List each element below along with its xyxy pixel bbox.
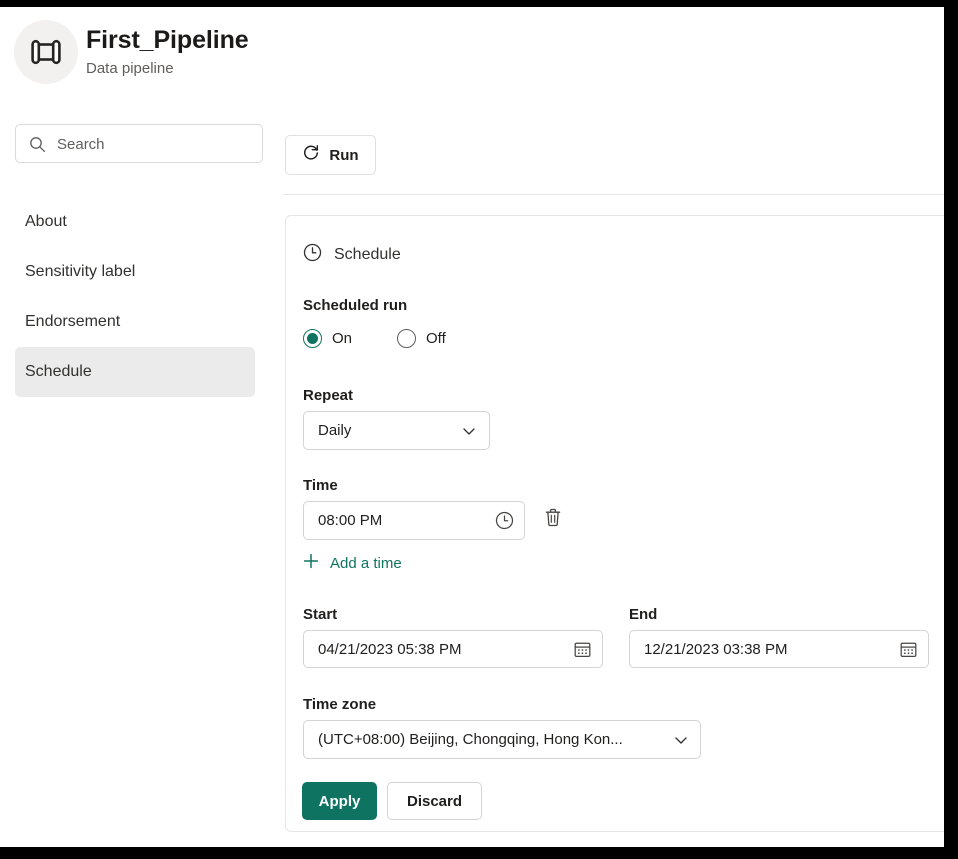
toolbar-divider bbox=[283, 194, 944, 195]
repeat-label: Repeat bbox=[303, 387, 354, 404]
panel-heading-label: Schedule bbox=[334, 246, 401, 263]
schedule-panel: Schedule Scheduled run On Off Repeat Dai… bbox=[285, 215, 944, 832]
search-input[interactable]: Search bbox=[15, 124, 263, 163]
page-title: First_Pipeline bbox=[86, 26, 249, 54]
chevron-down-icon bbox=[673, 732, 689, 748]
clock-icon bbox=[303, 243, 322, 267]
sidebar-item-label: About bbox=[25, 213, 67, 230]
start-datetime-input[interactable]: 04/21/2023 05:38 PM bbox=[303, 630, 603, 668]
timezone-select[interactable]: (UTC+08:00) Beijing, Chongqing, Hong Kon… bbox=[303, 720, 701, 759]
add-time-button[interactable]: Add a time bbox=[302, 552, 402, 575]
sidebar-nav: About Sensitivity label Endorsement Sche… bbox=[0, 197, 270, 397]
sidebar-item-endorsement[interactable]: Endorsement bbox=[15, 297, 255, 347]
search-icon bbox=[29, 136, 46, 158]
run-button[interactable]: Run bbox=[285, 135, 376, 175]
trash-icon bbox=[543, 507, 563, 533]
radio-on-label: On bbox=[332, 330, 353, 347]
scheduled-run-radio-group: On Off bbox=[303, 329, 446, 348]
calendar-icon[interactable] bbox=[573, 640, 592, 659]
plus-icon bbox=[302, 552, 320, 575]
window-frame: First_Pipeline Data pipeline Search Run … bbox=[0, 0, 958, 859]
start-label: Start bbox=[303, 606, 338, 623]
search-placeholder: Search bbox=[57, 136, 105, 153]
data-pipeline-icon bbox=[14, 20, 78, 84]
time-label: Time bbox=[303, 477, 338, 494]
radio-option-on[interactable]: On bbox=[303, 329, 352, 348]
repeat-select[interactable]: Daily bbox=[303, 411, 490, 450]
app-canvas: First_Pipeline Data pipeline Search Run … bbox=[0, 7, 944, 847]
scheduled-run-label: Scheduled run bbox=[303, 297, 408, 314]
end-datetime-input[interactable]: 12/21/2023 03:38 PM bbox=[629, 630, 929, 668]
end-label: End bbox=[629, 606, 658, 623]
repeat-value: Daily bbox=[318, 422, 352, 439]
end-value: 12/21/2023 03:38 PM bbox=[644, 640, 788, 658]
chevron-down-icon bbox=[461, 423, 477, 439]
panel-heading: Schedule bbox=[303, 243, 401, 267]
time-input[interactable]: 08:00 PM bbox=[303, 501, 525, 540]
time-value: 08:00 PM bbox=[318, 512, 383, 529]
sidebar-item-label: Schedule bbox=[25, 363, 92, 380]
sidebar-item-sensitivity-label[interactable]: Sensitivity label bbox=[15, 247, 255, 297]
title-block: First_Pipeline Data pipeline bbox=[86, 24, 249, 79]
page-subtitle: Data pipeline bbox=[86, 60, 174, 77]
calendar-icon[interactable] bbox=[899, 640, 918, 659]
start-value: 04/21/2023 05:38 PM bbox=[318, 640, 462, 658]
radio-on-mark[interactable] bbox=[303, 329, 322, 348]
run-button-label: Run bbox=[329, 146, 359, 164]
timezone-label: Time zone bbox=[303, 696, 377, 713]
refresh-arrow-icon bbox=[302, 144, 320, 167]
radio-off-mark[interactable] bbox=[397, 329, 417, 348]
radio-option-off[interactable]: Off bbox=[397, 329, 446, 348]
add-time-label: Add a time bbox=[330, 555, 402, 572]
page-header: First_Pipeline Data pipeline bbox=[0, 7, 944, 108]
apply-button[interactable]: Apply bbox=[302, 782, 377, 820]
radio-off-label: Off bbox=[426, 330, 446, 347]
sidebar-item-about[interactable]: About bbox=[15, 197, 255, 247]
sidebar-item-label: Endorsement bbox=[25, 313, 121, 330]
timezone-value: (UTC+08:00) Beijing, Chongqing, Hong Kon… bbox=[318, 731, 623, 748]
sidebar-item-label: Sensitivity label bbox=[25, 263, 136, 280]
discard-button[interactable]: Discard bbox=[387, 782, 482, 820]
sidebar-item-schedule[interactable]: Schedule bbox=[15, 347, 255, 397]
clock-icon[interactable] bbox=[495, 511, 514, 530]
delete-time-button[interactable] bbox=[536, 503, 570, 537]
